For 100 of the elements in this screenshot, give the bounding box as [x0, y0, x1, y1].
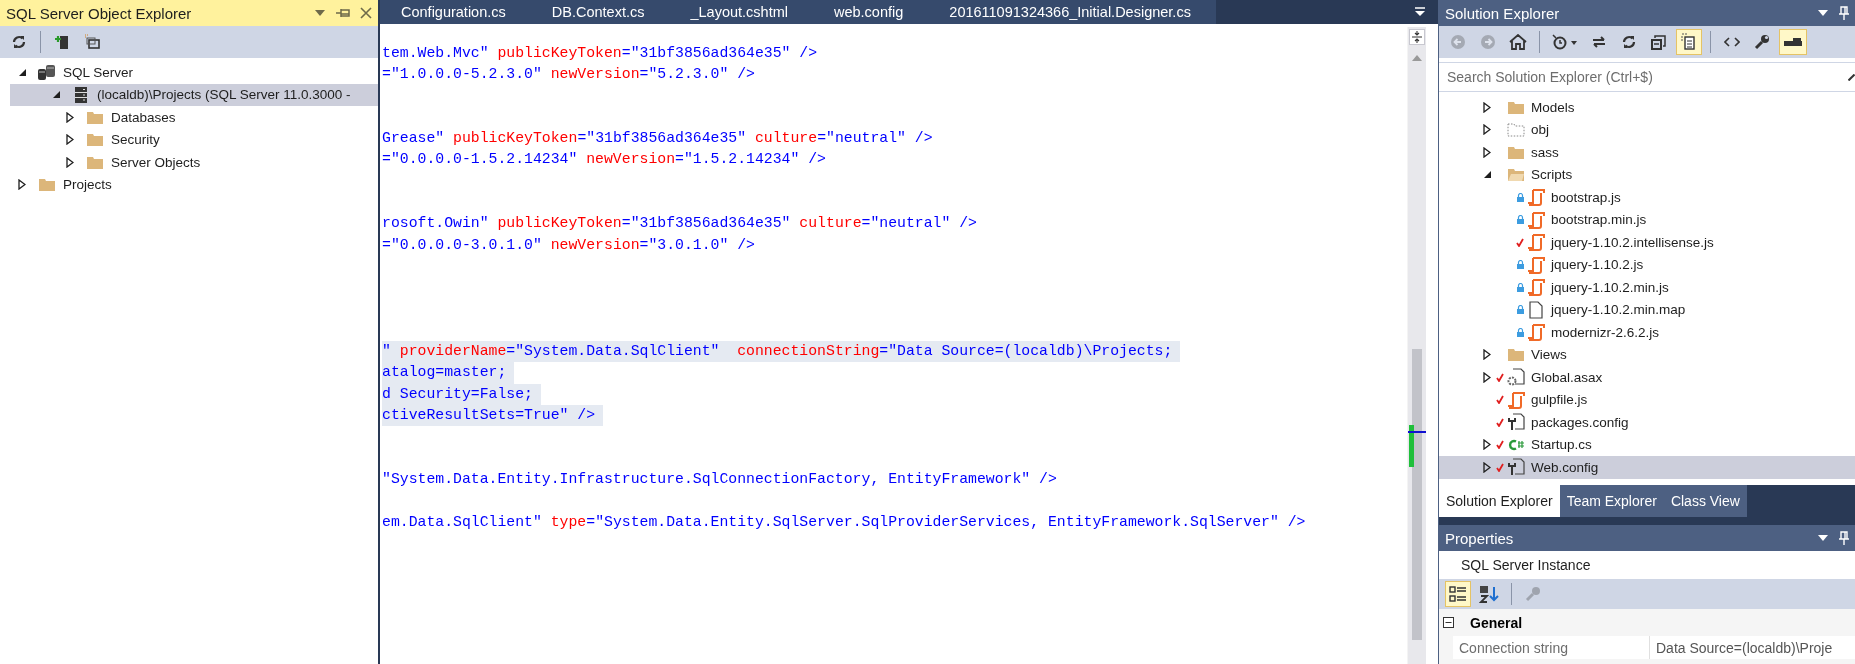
tree-item[interactable]: Startup.cs: [1439, 433, 1855, 456]
code-brackets-icon: [1724, 36, 1740, 48]
tree-item[interactable]: gulpfile.js: [1439, 388, 1855, 411]
search-field[interactable]: Search Solution Explorer (Ctrl+$): [1445, 68, 1848, 86]
script-icon: [1527, 323, 1545, 342]
sync-arrows-icon: [1591, 34, 1607, 50]
database-servers-icon: [37, 63, 57, 82]
tree-item[interactable]: Server Objects: [0, 151, 378, 174]
script-icon: [1527, 233, 1545, 252]
config-file-icon: [1507, 458, 1525, 477]
split-window-icon[interactable]: [1409, 29, 1425, 45]
dotted-folder-icon: [1507, 122, 1525, 138]
collapsed-icon[interactable]: [1483, 101, 1491, 113]
tree-item[interactable]: (localdb)\Projects (SQL Server 11.0.3000 -: [10, 83, 378, 106]
tree-item[interactable]: bootstrap.js: [1439, 186, 1855, 209]
tree-item[interactable]: Views: [1439, 343, 1855, 366]
tree-item[interactable]: Scripts: [1439, 163, 1855, 186]
tree-item[interactable]: SQL Server: [0, 61, 378, 84]
collapsed-icon[interactable]: [1483, 461, 1491, 473]
folder-icon: [1507, 99, 1525, 115]
config-file-icon: [1507, 413, 1525, 432]
selected-object-name: SQL Server Instance: [1439, 551, 1855, 579]
collapsed-icon[interactable]: [66, 134, 74, 146]
sort-alphabetical-icon: [1479, 585, 1499, 603]
collapsed-icon[interactable]: [66, 111, 74, 123]
windows-icon: [84, 34, 100, 50]
code-line: Grease" publicKeyToken="31bf3856ad364e35" culture="neutral" />: [382, 129, 934, 149]
collapsed-icon[interactable]: [1483, 124, 1491, 136]
code-line: ="0.0.0.0-1.5.2.14234" newVersion="1.5.2.14234" />: [382, 150, 827, 170]
tree-item[interactable]: packages.config: [1439, 411, 1855, 434]
server-icon: [74, 85, 88, 104]
script-icon: [1507, 390, 1525, 409]
document-tab[interactable]: 201611091324366_Initial.Designer.cs: [928, 0, 1216, 24]
tree-item[interactable]: modernizr-2.6.2.js: [1439, 321, 1855, 344]
code-line: em.Data.SqlClient" type="System.Data.Entity.SqlServer.SqlProviderServices, EntityFramework.SqlServer" />: [382, 512, 1307, 532]
tree-item[interactable]: Databases: [0, 106, 378, 129]
tree-item[interactable]: Projects: [0, 173, 378, 196]
categorized-button[interactable]: [1445, 581, 1471, 607]
home-icon: [1509, 34, 1527, 50]
collapse-icon[interactable]: [1443, 617, 1454, 628]
script-icon: [1527, 210, 1545, 229]
collapse-all-icon: [1651, 34, 1667, 50]
tree-item[interactable]: sass: [1439, 141, 1855, 164]
document-tab[interactable]: web.config: [813, 0, 929, 24]
gear-file-icon: [1507, 368, 1525, 387]
collapsed-icon[interactable]: [1483, 439, 1491, 451]
property-name: Connection string: [1453, 636, 1650, 659]
script-icon: [1527, 188, 1545, 207]
wrench-icon: [1525, 586, 1541, 602]
panel-tab[interactable]: Team Explorer: [1559, 485, 1664, 517]
tree-item[interactable]: jquery-1.10.2.min.map: [1439, 298, 1855, 321]
close-icon[interactable]: [360, 7, 372, 19]
code-line: rosoft.Owin" publicKeyToken="31bf3856ad364e35" culture="neutral" />: [382, 214, 978, 234]
scrollbar-thumb[interactable]: [1412, 349, 1422, 640]
wrench-icon: [1754, 34, 1770, 50]
caret-position-marker: [1408, 431, 1426, 433]
category-name: General: [1470, 614, 1523, 631]
dropdown-icon[interactable]: [314, 9, 326, 17]
tree-item[interactable]: jquery-1.10.2.intellisense.js: [1439, 231, 1855, 254]
preview-button[interactable]: [1779, 29, 1807, 55]
tab-list-dropdown-icon[interactable]: [1414, 7, 1426, 17]
folder-icon: [38, 177, 56, 193]
pin-icon[interactable]: [336, 7, 350, 19]
script-icon: [1527, 278, 1545, 297]
code-line: "System.Data.Entity.Infrastructure.SqlConnectionFactory, EntityFramework" />: [382, 469, 1058, 489]
categorized-list-icon: [1449, 585, 1467, 603]
tree-item[interactable]: Web.config: [1439, 456, 1855, 479]
tree-item[interactable]: Global.asax: [1439, 366, 1855, 389]
tree-item[interactable]: jquery-1.10.2.js: [1439, 253, 1855, 276]
show-all-files-icon: [1680, 33, 1698, 51]
refresh-icon: [11, 34, 27, 50]
show-all-button[interactable]: [1676, 29, 1702, 55]
document-tab[interactable]: _Layout.cshtml: [669, 0, 813, 24]
panel-tab[interactable]: Solution Explorer: [1439, 485, 1560, 517]
code-line: ="1.0.0.0-5.2.3.0" newVersion="5.2.3.0" />: [382, 65, 756, 85]
refresh-icon: [1621, 34, 1637, 50]
panel-title: Properties: [1445, 529, 1515, 547]
expanded-icon[interactable]: [1482, 170, 1492, 180]
add-server-icon: [54, 34, 70, 50]
tree-item[interactable]: jquery-1.10.2.min.js: [1439, 276, 1855, 299]
expanded-icon[interactable]: [51, 90, 61, 100]
tree-item[interactable]: Models: [1439, 96, 1855, 119]
panel-title: SQL Server Object Explorer: [6, 4, 193, 22]
panel-tab[interactable]: Class View: [1663, 485, 1747, 517]
clock-icon: [1552, 34, 1578, 50]
collapsed-icon[interactable]: [1483, 349, 1491, 361]
vertical-scrollbar[interactable]: [1407, 27, 1426, 664]
code-line: tem.Web.Mvc" publicKeyToken="31bf3856ad364e35" />: [382, 44, 819, 63]
expanded-icon[interactable]: [17, 67, 27, 77]
document-tab[interactable]: DB.Context.cs: [530, 0, 670, 24]
document-tab[interactable]: Configuration.cs: [380, 0, 531, 24]
collapsed-icon[interactable]: [1483, 146, 1491, 158]
collapsed-icon[interactable]: [18, 179, 26, 191]
collapsed-icon[interactable]: [66, 156, 74, 168]
tree-item[interactable]: bootstrap.min.js: [1439, 208, 1855, 231]
tree-item[interactable]: obj: [1439, 118, 1855, 141]
property-value[interactable]: Data Source=(localdb)\Proje: [1650, 636, 1833, 659]
collapsed-icon[interactable]: [1483, 371, 1491, 383]
tree-item[interactable]: Security: [0, 128, 378, 151]
panel-title: Solution Explorer: [1445, 4, 1561, 22]
